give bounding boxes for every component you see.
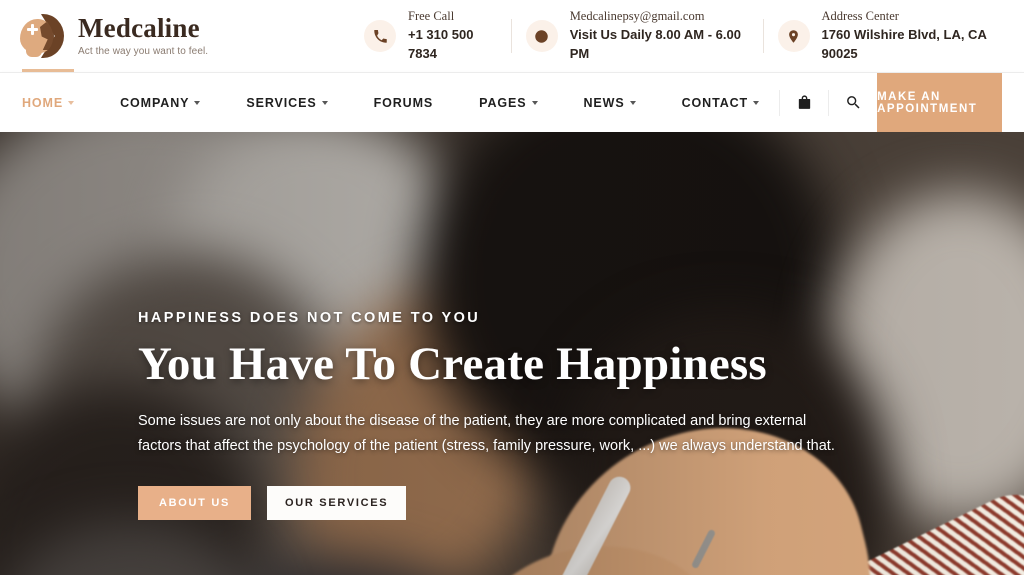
search-icon xyxy=(846,96,860,109)
contact-label: Address Center xyxy=(821,9,899,24)
nav-label: HOME xyxy=(22,95,64,110)
contact-info-phone[interactable]: Free Call +1 310 500 7834 xyxy=(350,8,511,64)
nav-item-forums[interactable]: FORUMS xyxy=(374,73,454,132)
hero-buttons: ABOUT US OUR SERVICES xyxy=(138,486,898,521)
site-logo[interactable]: Medcaline Act the way you want to feel. xyxy=(0,12,350,60)
nav-item-pages[interactable]: PAGES xyxy=(479,73,557,132)
nav-items: HOME COMPANY SERVICES FORUMS PAGES NEWS … xyxy=(0,69,779,132)
nav-item-home[interactable]: HOME xyxy=(22,69,94,132)
contact-label: Medcalinepsy@gmail.com xyxy=(569,9,705,24)
nav-label: FORUMS xyxy=(373,95,434,110)
chevron-down-icon xyxy=(321,101,328,105)
hero-section: HAPPINESS DOES NOT COME TO YOU You Have … xyxy=(0,132,1024,575)
shopping-bag-icon xyxy=(798,95,810,109)
hero-eyebrow: HAPPINESS DOES NOT COME TO YOU xyxy=(138,310,481,326)
clock-icon xyxy=(525,20,558,52)
brand-name: Medcaline xyxy=(78,13,200,43)
about-us-button[interactable]: ABOUT US xyxy=(138,486,251,521)
contact-info-address[interactable]: Address Center 1760 Wilshire Blvd, LA, C… xyxy=(764,8,1024,64)
nav-item-company[interactable]: COMPANY xyxy=(120,73,220,132)
chevron-down-icon xyxy=(68,101,75,105)
contact-value: +1 310 500 7834 xyxy=(408,27,474,61)
nav-label: PAGES xyxy=(479,95,527,110)
contact-value: Visit Us Daily 8.00 AM - 6.00 PM xyxy=(569,27,741,61)
contact-info-hours[interactable]: Medcalinepsy@gmail.com Visit Us Daily 8.… xyxy=(512,8,763,64)
nav-label: NEWS xyxy=(583,95,625,110)
brand-tagline: Act the way you want to feel. xyxy=(78,46,209,57)
chevron-down-icon xyxy=(194,101,201,105)
hero-description: Some issues are not only about the disea… xyxy=(138,413,835,455)
contact-value: 1760 Wilshire Blvd, LA, CA 90025 xyxy=(821,27,987,61)
hero-title: You Have To Create Happiness xyxy=(138,338,767,390)
location-icon xyxy=(777,20,810,52)
hero-content: HAPPINESS DOES NOT COME TO YOU You Have … xyxy=(138,132,898,575)
nav-label: CONTACT xyxy=(681,95,749,110)
chevron-down-icon xyxy=(753,101,760,105)
search-button[interactable] xyxy=(829,73,877,132)
nav-label: SERVICES xyxy=(246,95,317,110)
contact-label: Free Call xyxy=(408,9,455,24)
make-appointment-button[interactable]: MAKE AN APPOINTMENT xyxy=(877,73,1002,132)
phone-icon xyxy=(364,20,396,52)
nav-item-news[interactable]: NEWS xyxy=(584,73,656,132)
nav-item-contact[interactable]: CONTACT xyxy=(682,73,779,132)
cart-button[interactable] xyxy=(780,73,828,132)
nav-icon-group xyxy=(779,73,877,132)
nav-label: COMPANY xyxy=(120,95,190,110)
nav-item-services[interactable]: SERVICES xyxy=(246,73,347,132)
top-bar: Medcaline Act the way you want to feel. … xyxy=(0,0,1024,72)
chevron-down-icon xyxy=(531,101,538,105)
our-services-button[interactable]: OUR SERVICES xyxy=(267,486,407,521)
main-navigation: HOME COMPANY SERVICES FORUMS PAGES NEWS … xyxy=(0,69,1024,132)
chevron-down-icon xyxy=(629,101,636,105)
head-profile-plus-icon xyxy=(18,12,66,60)
contact-info-group: Free Call +1 310 500 7834 Medcalinepsy@g… xyxy=(350,8,1024,64)
